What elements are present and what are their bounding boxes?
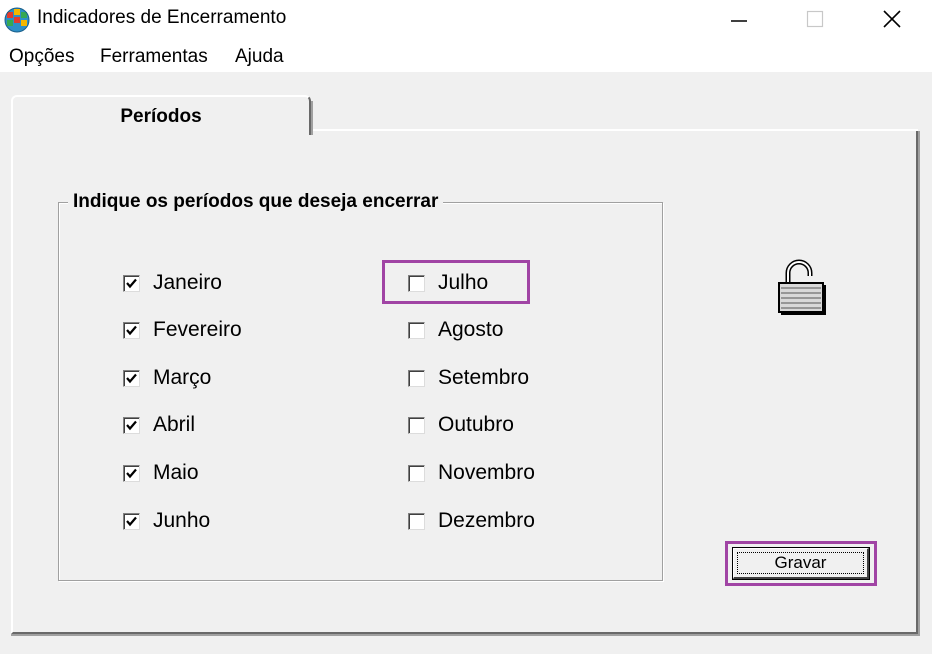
checkbox-label: Abril: [153, 413, 196, 436]
checkbox-maio[interactable]: Maio: [123, 460, 199, 486]
checkbox-label: Dezembro: [438, 509, 535, 532]
checkbox-box[interactable]: [123, 274, 140, 292]
check-icon: [126, 468, 137, 478]
checkbox-janeiro[interactable]: Janeiro: [123, 270, 222, 296]
checkbox-box[interactable]: [408, 464, 425, 482]
minimize-button[interactable]: [700, 0, 778, 38]
checkbox-fevereiro[interactable]: Fevereiro: [123, 317, 242, 343]
title-bar: Indicadores de Encerramento: [0, 0, 932, 38]
tab-panel-shadow: [11, 634, 920, 636]
checkbox-box[interactable]: [408, 512, 425, 530]
checkbox-marco[interactable]: Março: [123, 365, 211, 391]
highlight-box: [725, 541, 877, 586]
groupbox-label: Indique os períodos que deseja encerrar: [68, 191, 444, 213]
checkbox-label: Outubro: [438, 413, 514, 436]
tab-periodos[interactable]: Períodos: [11, 95, 313, 135]
checkbox-label: Setembro: [438, 366, 530, 389]
checkbox-label: Março: [153, 366, 212, 389]
menu-ajuda[interactable]: Ajuda: [235, 46, 284, 68]
tab-label: Períodos: [120, 106, 202, 127]
checkbox-outubro[interactable]: Outubro: [408, 412, 514, 438]
checkbox-agosto[interactable]: Agosto: [408, 317, 503, 343]
check-icon: [126, 325, 137, 335]
checkbox-box[interactable]: [123, 416, 140, 434]
tab-panel-border: [313, 129, 918, 131]
checkbox-label: Junho: [153, 509, 211, 532]
maximize-button[interactable]: [776, 0, 854, 38]
minimize-icon: [731, 20, 747, 22]
checkbox-box[interactable]: [123, 464, 140, 482]
check-icon: [126, 420, 137, 430]
checkbox-label: Janeiro: [153, 271, 222, 294]
checkbox-abril[interactable]: Abril: [123, 412, 195, 438]
checkbox-label: Agosto: [438, 318, 504, 341]
checkbox-box[interactable]: [123, 512, 140, 530]
window-title: Indicadores de Encerramento: [37, 7, 287, 28]
globe-icon: [4, 7, 30, 33]
menu-opcoes[interactable]: Opções: [9, 46, 74, 68]
checkbox-dezembro[interactable]: Dezembro: [408, 508, 535, 534]
check-icon: [126, 516, 137, 526]
checkbox-setembro[interactable]: Setembro: [408, 365, 529, 391]
tab-panel-shadow: [918, 131, 920, 636]
checkbox-label: Maio: [153, 461, 199, 484]
close-button[interactable]: [853, 0, 931, 38]
highlight-box: [382, 260, 530, 304]
menu-bar: Opções Ferramentas Ajuda: [0, 38, 932, 72]
checkbox-novembro[interactable]: Novembro: [408, 460, 535, 486]
open-padlock-icon: [778, 259, 826, 315]
checkbox-label: Novembro: [438, 461, 535, 484]
menu-ferramentas[interactable]: Ferramentas: [100, 46, 208, 68]
check-icon: [126, 373, 137, 383]
checkbox-junho[interactable]: Junho: [123, 508, 210, 534]
checkbox-box[interactable]: [123, 321, 140, 339]
checkbox-box[interactable]: [408, 321, 425, 339]
checkbox-box[interactable]: [123, 369, 140, 387]
check-icon: [126, 278, 137, 288]
checkbox-label: Fevereiro: [153, 318, 242, 341]
close-icon: [883, 10, 901, 28]
checkbox-box[interactable]: [408, 369, 425, 387]
maximize-icon: [806, 10, 824, 28]
checkbox-box[interactable]: [408, 416, 425, 434]
